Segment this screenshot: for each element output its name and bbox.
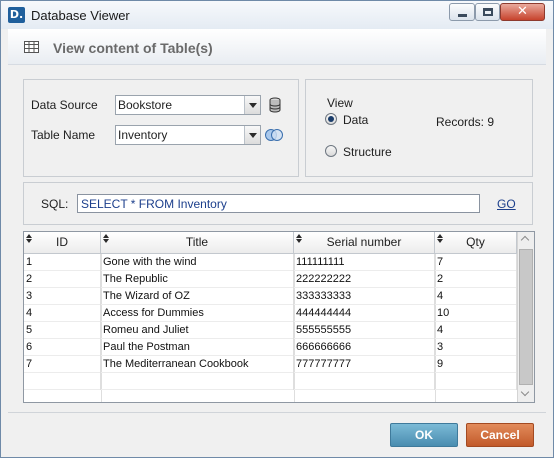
cell-id[interactable]: 3 — [24, 288, 101, 305]
view-panel — [305, 79, 533, 177]
view-data-label[interactable]: Data — [343, 113, 368, 127]
cell-title[interactable]: Romeu and Juliet — [101, 322, 294, 339]
cell-id[interactable]: 1 — [24, 254, 101, 271]
vertical-scrollbar[interactable] — [517, 232, 534, 402]
column-header-label: Qty — [466, 235, 485, 249]
cell-qty[interactable]: 3 — [435, 339, 517, 356]
go-link[interactable]: GO — [497, 197, 516, 211]
sort-icon[interactable] — [296, 234, 302, 243]
cell-qty[interactable]: 9 — [435, 356, 517, 373]
cell-qty[interactable]: 4 — [435, 322, 517, 339]
table-row[interactable]: 6 Paul the Postman 666666666 3 — [24, 339, 517, 356]
sort-icon[interactable] — [26, 234, 32, 243]
page-header: View content of Table(s) — [8, 29, 546, 65]
maximize-icon — [483, 8, 493, 16]
chevron-down-icon[interactable] — [244, 126, 260, 144]
table-name-value: Inventory — [118, 128, 168, 142]
sort-icon[interactable] — [437, 234, 443, 243]
ok-button[interactable]: OK — [390, 423, 458, 447]
table-row-empty[interactable] — [24, 373, 517, 390]
cell-title[interactable]: The Mediterranean Cookbook — [101, 356, 294, 373]
sort-icon[interactable] — [103, 234, 109, 243]
grid-header: ID Title Serial number Qty — [24, 232, 517, 254]
results-grid: ID Title Serial number Qty 1 Gone with t… — [23, 231, 535, 403]
data-source-label: Data Source — [31, 98, 98, 112]
table-row[interactable]: 5 Romeu and Juliet 555555555 4 — [24, 322, 517, 339]
scroll-up-icon[interactable] — [518, 232, 534, 248]
cell-title[interactable] — [101, 373, 294, 390]
table-icon — [24, 41, 39, 53]
cell-serial-number[interactable]: 111111111 — [294, 254, 435, 271]
column-header-label: Title — [185, 235, 209, 249]
cancel-button[interactable]: Cancel — [466, 423, 534, 447]
cell-serial-number[interactable]: 777777777 — [294, 356, 435, 373]
cell-id[interactable]: 4 — [24, 305, 101, 322]
cell-title[interactable]: Access for Dummies — [101, 305, 294, 322]
cell-title[interactable]: Gone with the wind — [101, 254, 294, 271]
cell-id[interactable]: 2 — [24, 271, 101, 288]
view-label: View — [327, 96, 353, 110]
data-source-select[interactable]: Bookstore — [115, 95, 261, 115]
table-row[interactable]: 4 Access for Dummies 444444444 10 — [24, 305, 517, 322]
table-row[interactable]: 2 The Republic 222222222 2 — [24, 271, 517, 288]
cell-qty[interactable]: 2 — [435, 271, 517, 288]
cell-title[interactable]: Paul the Postman — [101, 339, 294, 356]
sql-query-input[interactable]: SELECT * FROM Inventory — [77, 194, 480, 213]
table-row[interactable]: 7 The Mediterranean Cookbook 777777777 9 — [24, 356, 517, 373]
column-header-title[interactable]: Title — [101, 232, 294, 253]
table-name-label: Table Name — [31, 128, 96, 142]
sql-label: SQL: — [41, 197, 69, 211]
join-tables-icon[interactable] — [264, 126, 284, 144]
cell-serial-number[interactable]: 555555555 — [294, 322, 435, 339]
cell-serial-number[interactable]: 222222222 — [294, 271, 435, 288]
cell-qty[interactable]: 10 — [435, 305, 517, 322]
column-header-serial-number[interactable]: Serial number — [294, 232, 435, 253]
cell-qty[interactable]: 4 — [435, 288, 517, 305]
cell-id[interactable]: 5 — [24, 322, 101, 339]
minimize-icon — [458, 14, 467, 17]
database-icon[interactable] — [266, 96, 284, 114]
records-count: Records: 9 — [436, 115, 495, 129]
cell-qty[interactable]: 7 — [435, 254, 517, 271]
maximize-button[interactable] — [475, 3, 500, 21]
data-source-value: Bookstore — [118, 98, 173, 112]
cell-id[interactable]: 7 — [24, 356, 101, 373]
scrollbar-thumb[interactable] — [519, 249, 533, 385]
cell-title[interactable]: The Republic — [101, 271, 294, 288]
column-header-qty[interactable]: Qty — [435, 232, 517, 253]
minimize-button[interactable] — [449, 3, 475, 21]
title-bar[interactable]: D. Database Viewer ✕ — [1, 1, 553, 29]
window-title: Database Viewer — [31, 8, 130, 23]
column-header-id[interactable]: ID — [24, 232, 101, 253]
chevron-down-icon[interactable] — [244, 96, 260, 114]
view-structure-radio[interactable] — [325, 145, 337, 157]
column-header-label: Serial number — [326, 235, 402, 249]
cell-serial-number[interactable]: 666666666 — [294, 339, 435, 356]
scroll-down-icon[interactable] — [518, 386, 534, 402]
sql-query-text: SELECT * FROM Inventory — [81, 197, 227, 211]
column-header-label: ID — [56, 235, 68, 249]
close-button[interactable]: ✕ — [500, 3, 545, 21]
database-viewer-window: D. Database Viewer ✕ View content of Tab… — [0, 0, 554, 458]
table-row[interactable]: 3 The Wizard of OZ 333333333 4 — [24, 288, 517, 305]
cell-serial-number[interactable]: 333333333 — [294, 288, 435, 305]
cell-id[interactable]: 6 — [24, 339, 101, 356]
table-row[interactable]: 1 Gone with the wind 111111111 7 — [24, 254, 517, 271]
view-structure-label[interactable]: Structure — [343, 145, 392, 159]
view-data-radio[interactable] — [325, 113, 337, 125]
cell-serial-number[interactable]: 444444444 — [294, 305, 435, 322]
page-title: View content of Table(s) — [53, 40, 213, 56]
cell-title[interactable]: The Wizard of OZ — [101, 288, 294, 305]
app-logo-icon: D. — [8, 7, 25, 23]
cell-qty[interactable] — [435, 373, 517, 390]
cell-serial-number[interactable] — [294, 373, 435, 390]
footer-divider — [8, 412, 546, 413]
close-icon: ✕ — [517, 4, 528, 19]
cell-id[interactable] — [24, 373, 101, 390]
table-name-select[interactable]: Inventory — [115, 125, 261, 145]
